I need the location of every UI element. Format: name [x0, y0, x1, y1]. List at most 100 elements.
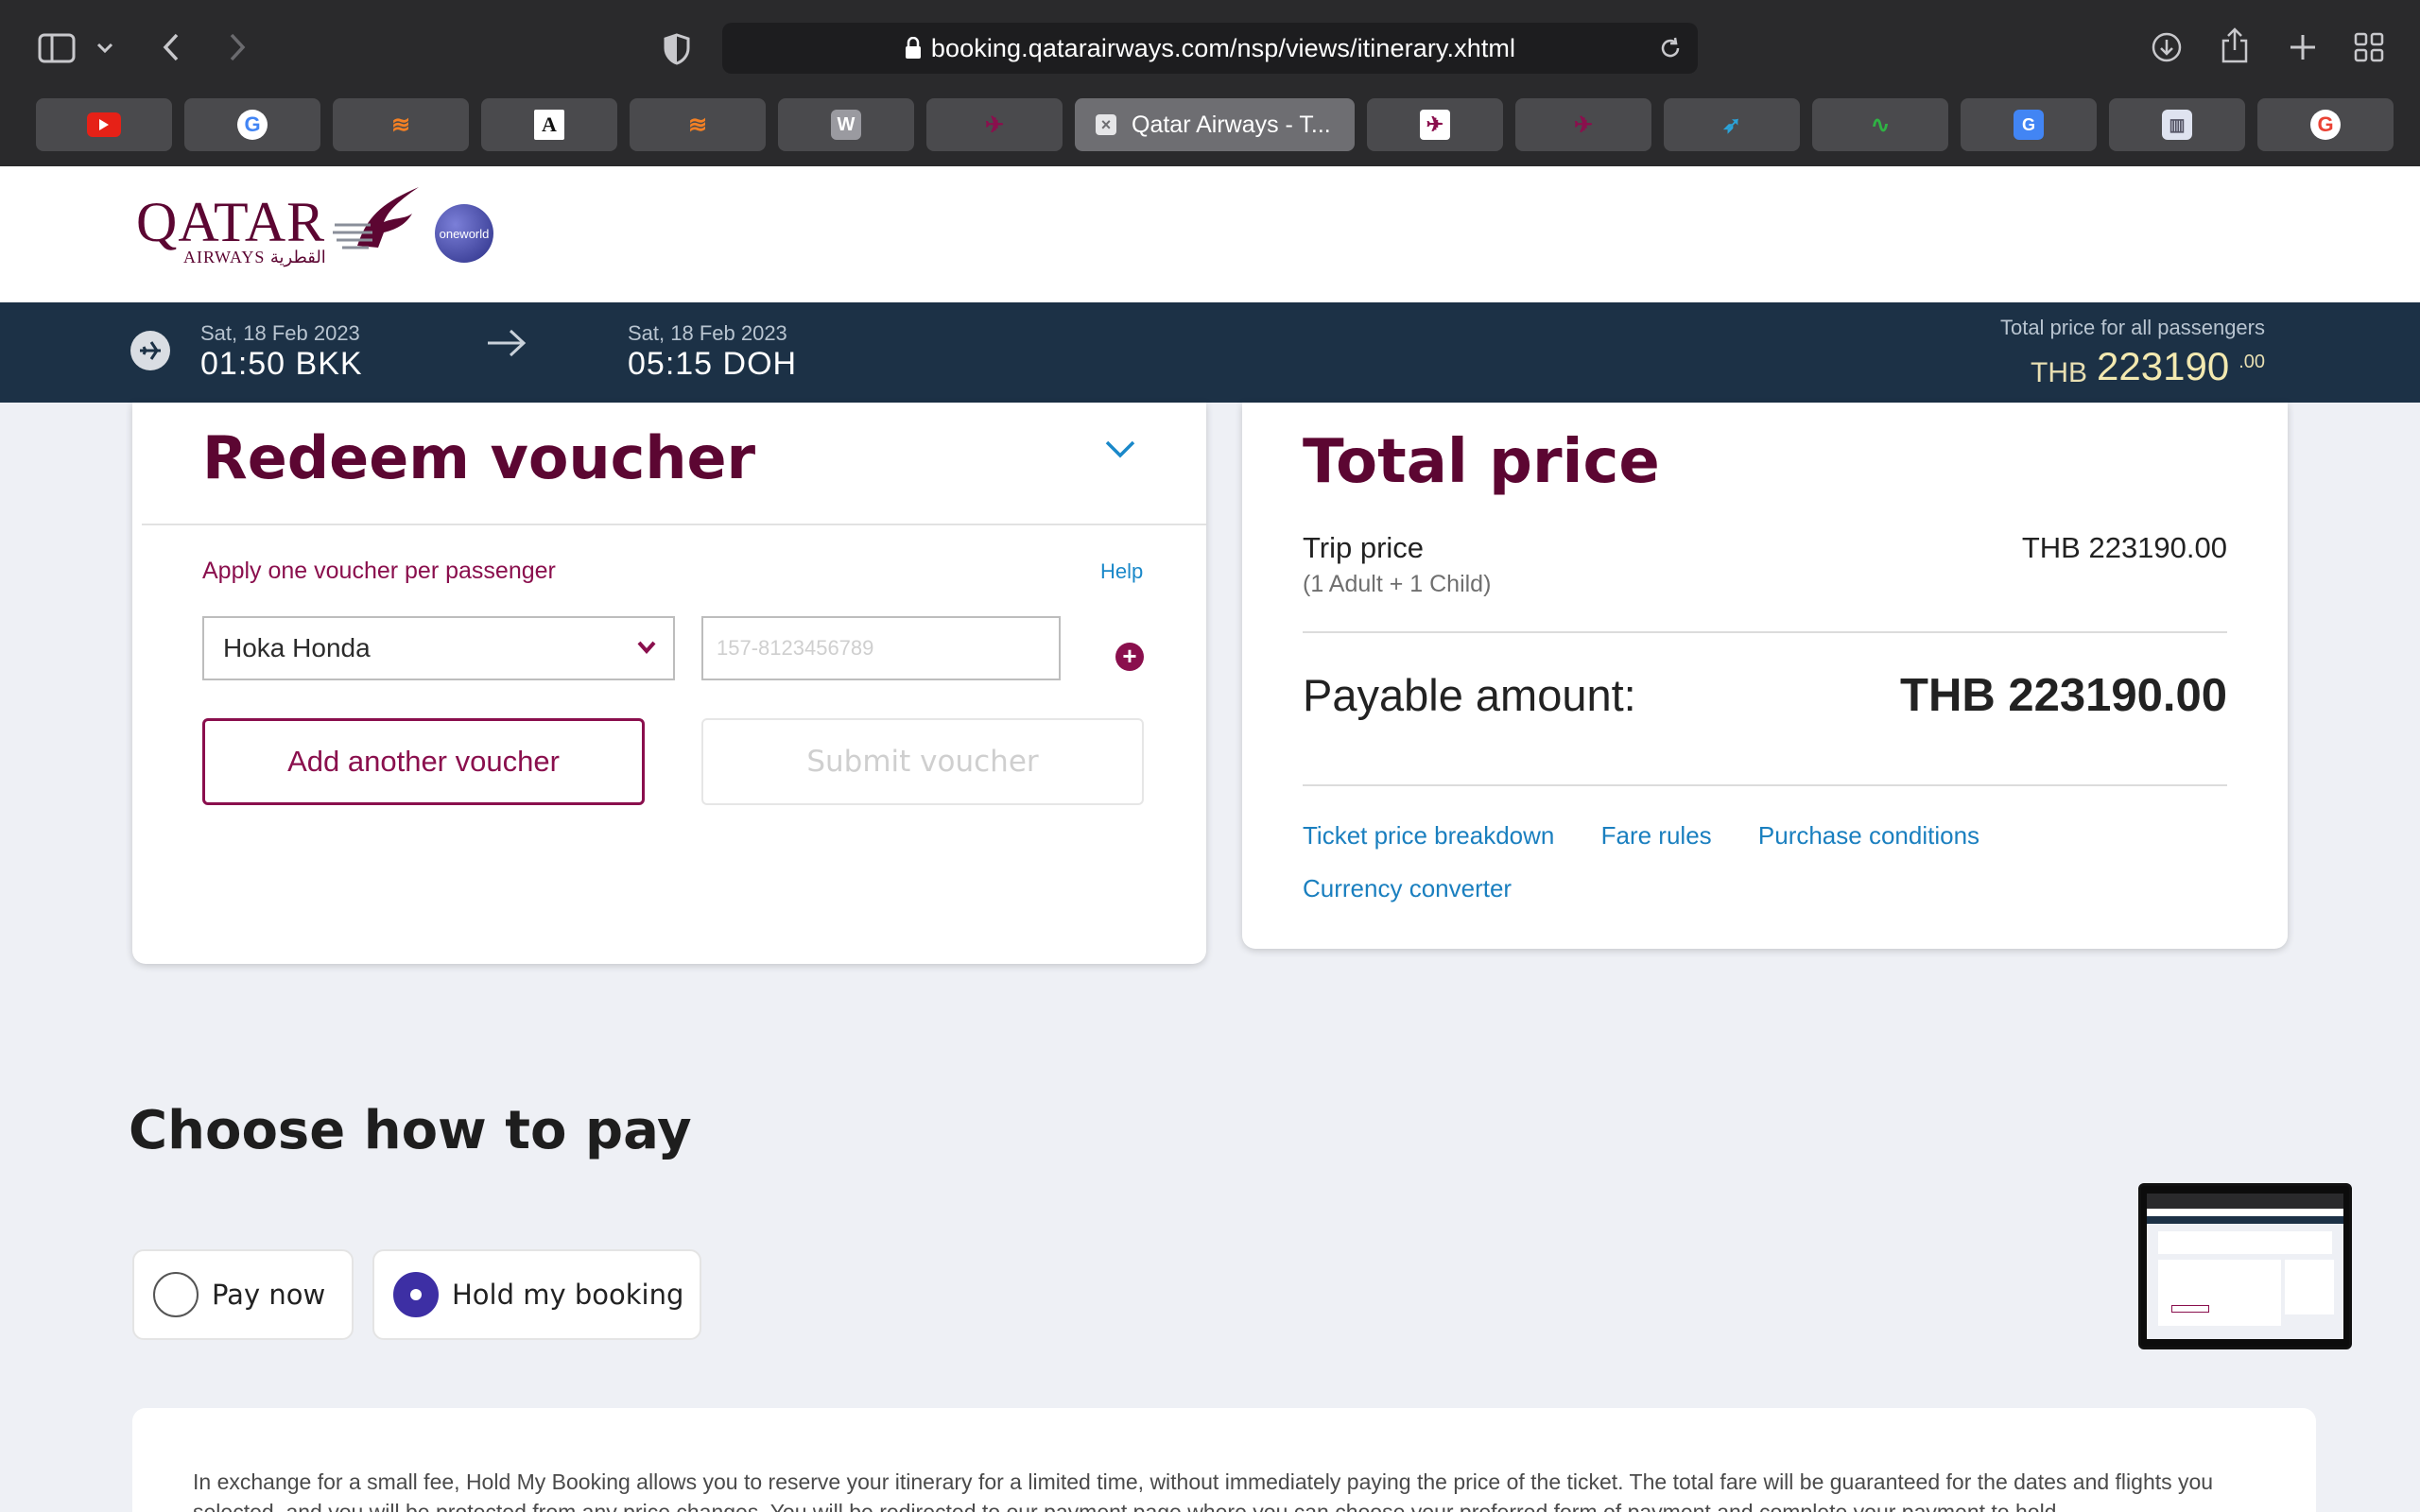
hold-booking-label: Hold my booking: [452, 1279, 684, 1311]
total-price-title: Total price: [1303, 427, 1660, 497]
currency-converter-link[interactable]: Currency converter: [1303, 874, 1512, 902]
forward-button[interactable]: [221, 28, 253, 66]
stackoverflow-icon: ≋: [687, 112, 708, 138]
hold-booking-radio[interactable]: [393, 1272, 439, 1317]
tab-reader[interactable]: ▥: [2109, 98, 2245, 151]
tab-qatar-active[interactable]: × Qatar Airways - T...: [1075, 98, 1355, 151]
floating-window-thumbnail[interactable]: [2138, 1183, 2352, 1349]
hold-booking-description: In exchange for a small fee, Hold My Boo…: [193, 1469, 2214, 1512]
tab-dictionary[interactable]: A: [481, 98, 617, 151]
address-bar[interactable]: booking.qatarairways.com/nsp/views/itine…: [722, 23, 1698, 74]
tab-overview-button[interactable]: [2350, 28, 2388, 66]
total-price: THB 223190 .00: [2031, 344, 2265, 389]
chevron-down-icon: [96, 43, 113, 54]
sidebar-icon: [38, 33, 76, 63]
total-price-card: Total price Trip price (1 Adult + 1 Chil…: [1242, 403, 2288, 949]
pay-now-label: Pay now: [212, 1279, 326, 1311]
reader-icon: ▥: [2162, 110, 2192, 140]
close-icon[interactable]: ×: [1096, 114, 1116, 135]
back-button[interactable]: [155, 28, 187, 66]
stackoverflow-icon: ≋: [390, 112, 411, 138]
divider: [1303, 784, 2227, 786]
chevron-down-icon: [637, 641, 656, 654]
tab-translate[interactable]: G: [1961, 98, 2097, 151]
share-icon: [2221, 27, 2248, 63]
tab-stackoverflow-2[interactable]: ≋: [630, 98, 766, 151]
site-header: QATAR AIRWAYS القطرية oneworld: [0, 166, 2420, 302]
thumbnail-preview: [2147, 1194, 2343, 1339]
browser-chrome: booking.qatarairways.com/nsp/views/itine…: [0, 0, 2420, 166]
purchase-conditions-link[interactable]: Purchase conditions: [1758, 821, 1979, 850]
divider: [142, 524, 1206, 525]
grid-icon: [2354, 32, 2384, 62]
departure-time: 01:50 BKK: [200, 346, 363, 382]
qatar-airways-logo[interactable]: QATAR AIRWAYS القطرية: [136, 187, 424, 266]
shield-icon: [664, 33, 690, 65]
add-voucher-icon[interactable]: +: [1115, 643, 1144, 671]
voucher-number-input[interactable]: [701, 616, 1061, 680]
qatar-airways-icon: ✈: [1573, 112, 1594, 138]
payable-amount-value: THB 223190.00: [1900, 670, 2227, 721]
help-link[interactable]: Help: [1100, 559, 1143, 584]
reload-icon[interactable]: [1658, 36, 1683, 60]
passenger-select-value: Hoka Honda: [223, 633, 371, 662]
arrival-date: Sat, 18 Feb 2023: [628, 321, 787, 345]
chevron-right-icon: [230, 33, 246, 61]
oryx-icon: [333, 187, 420, 249]
pay-now-radio[interactable]: [153, 1272, 199, 1317]
tab-title: Qatar Airways - T...: [1132, 111, 1331, 138]
logo-subtitle: AIRWAYS القطرية: [183, 248, 326, 266]
tab-qatar-1[interactable]: ✈: [926, 98, 1063, 151]
passenger-select[interactable]: Hoka Honda: [202, 616, 675, 680]
submit-voucher-button[interactable]: Submit voucher: [701, 718, 1144, 805]
tab-groups-dropdown[interactable]: [93, 34, 117, 62]
google-icon: G: [237, 110, 268, 140]
share-button[interactable]: [2216, 25, 2254, 66]
chevron-down-icon[interactable]: [1104, 438, 1136, 459]
hold-booking-info-card: In exchange for a small fee, Hold My Boo…: [132, 1408, 2316, 1512]
tab-google-2[interactable]: G: [2257, 98, 2394, 151]
privacy-report-button[interactable]: [660, 30, 694, 68]
new-tab-button[interactable]: [2284, 28, 2322, 66]
arrival-time: 05:15 DOH: [628, 346, 798, 382]
tab-bar: G ≋ A ≋ W ✈ × Qatar Airways - T... ✈ ✈ ➶…: [36, 98, 2394, 151]
plus-icon: [2290, 35, 2315, 60]
total-amount: 223190: [2097, 344, 2230, 388]
tab-youtube[interactable]: [36, 98, 172, 151]
ticket-price-breakdown-link[interactable]: Ticket price breakdown: [1303, 821, 1554, 850]
divider: [1303, 631, 2227, 633]
total-price-label: Total price for all passengers: [1999, 316, 2265, 339]
oneworld-logo: oneworld: [435, 204, 493, 263]
choose-how-to-pay-title: Choose how to pay: [129, 1100, 692, 1161]
add-another-voucher-button[interactable]: Add another voucher: [202, 718, 645, 805]
total-currency: THB: [2031, 357, 2088, 388]
tab-w[interactable]: W: [778, 98, 914, 151]
departure-date: Sat, 18 Feb 2023: [200, 321, 360, 345]
fare-rules-link[interactable]: Fare rules: [1601, 821, 1712, 850]
redeem-voucher-title: Redeem voucher: [202, 423, 756, 492]
tab-chart[interactable]: ∿: [1812, 98, 1948, 151]
arrow-right-icon: [488, 329, 527, 357]
lock-icon: [905, 37, 921, 59]
letter-a-icon: A: [534, 110, 564, 140]
url-text: booking.qatarairways.com/nsp/views/itine…: [930, 33, 1516, 62]
trip-price-value: THB 223190.00: [2021, 531, 2227, 564]
bird-icon: ➶: [1721, 112, 1742, 138]
flight-summary-bar: Sat, 18 Feb 2023 01:50 BKK Sat, 18 Feb 2…: [0, 302, 2420, 403]
qatar-airways-icon: ✈: [1420, 110, 1450, 140]
tab-bird[interactable]: ➶: [1664, 98, 1800, 151]
tab-google[interactable]: G: [184, 98, 320, 151]
tab-qatar-3[interactable]: ✈: [1515, 98, 1651, 151]
downloads-button[interactable]: [2148, 28, 2186, 66]
tab-stackoverflow[interactable]: ≋: [333, 98, 469, 151]
hold-booking-option[interactable]: Hold my booking: [372, 1249, 701, 1340]
sidebar-toggle-button[interactable]: [36, 30, 78, 66]
plane-icon: [130, 331, 170, 370]
chart-icon: ∿: [1870, 112, 1891, 138]
logo-text: QATAR: [136, 191, 326, 253]
total-decimals: .00: [2238, 352, 2265, 372]
price-links: Ticket price breakdown Fare rules Purcha…: [1303, 809, 2116, 915]
pay-now-option[interactable]: Pay now: [132, 1249, 354, 1340]
tab-qatar-2[interactable]: ✈: [1367, 98, 1503, 151]
payable-amount-label: Payable amount:: [1303, 670, 1636, 720]
